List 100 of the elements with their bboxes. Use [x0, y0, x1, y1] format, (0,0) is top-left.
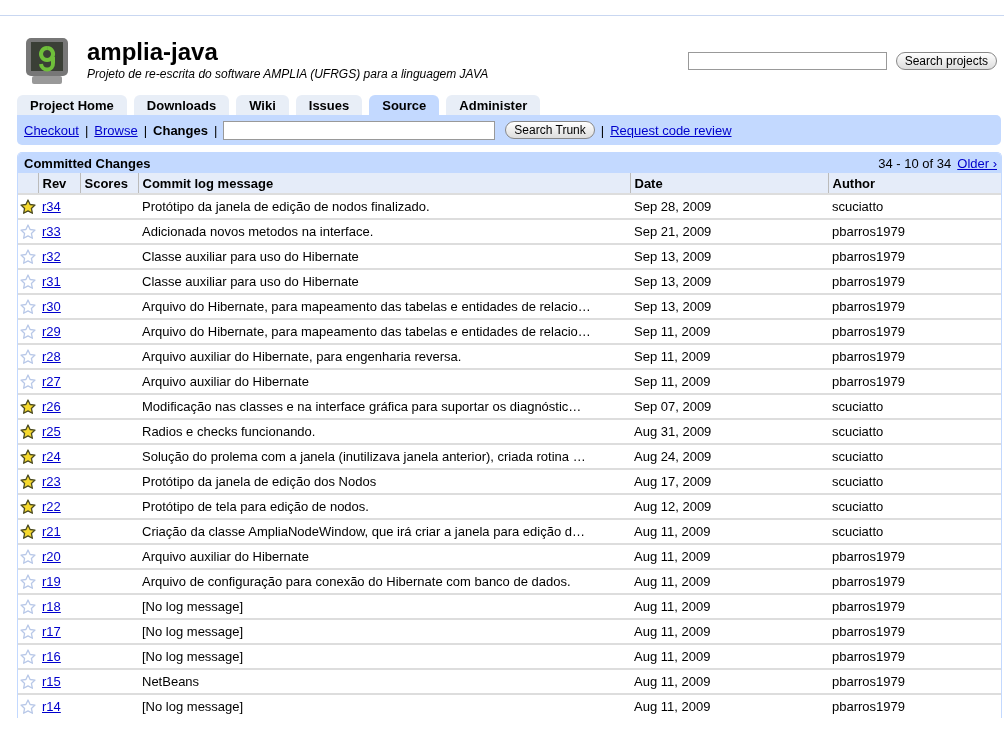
commit-date: Sep 11, 2009 — [630, 319, 828, 344]
commit-author: pbarros1979 — [828, 544, 1001, 569]
commit-date: Sep 07, 2009 — [630, 394, 828, 419]
commit-message: [No log message] — [138, 694, 630, 718]
nav-link[interactable]: Browse — [94, 122, 138, 138]
commit-date: Aug 11, 2009 — [630, 519, 828, 544]
commit-message: [No log message] — [138, 644, 630, 669]
revision-link[interactable]: r32 — [42, 249, 61, 264]
commit-author: scuciatto — [828, 444, 1001, 469]
commit-date: Sep 13, 2009 — [630, 294, 828, 319]
separator: | — [84, 122, 89, 138]
star-icon[interactable] — [20, 398, 36, 415]
star-icon[interactable] — [20, 423, 36, 440]
tab[interactable]: Source — [369, 95, 440, 115]
older-link[interactable]: Older › — [957, 155, 997, 171]
revision-link[interactable]: r34 — [42, 199, 61, 214]
commit-date: Aug 24, 2009 — [630, 444, 828, 469]
commit-message: Adicionada novos metodos na interface. — [138, 219, 630, 244]
tab[interactable]: Downloads — [133, 95, 230, 115]
star-icon[interactable] — [20, 523, 36, 540]
commit-message: NetBeans — [138, 669, 630, 694]
commit-date: Aug 17, 2009 — [630, 469, 828, 494]
commit-message: Arquivo auxiliar do Hibernate, para engenharia reversa. — [138, 344, 630, 369]
commit-message: Arquivo auxiliar do Hibernate — [138, 369, 630, 394]
search-projects-button[interactable]: Search projects — [895, 52, 997, 70]
search-field[interactable] — [223, 120, 496, 140]
commit-message: Arquivo de configuração para conexão do Hibernate com banco de dados. — [138, 569, 630, 594]
nav-link[interactable]: Request code review — [610, 122, 732, 138]
commit-author: scuciatto — [828, 194, 1001, 219]
tab[interactable]: Project Home — [17, 95, 127, 115]
revision-link[interactable]: r14 — [42, 699, 61, 714]
commit-message: Solução do prolema com a janela (inutilizava janela anterior), criada rotina … — [138, 444, 630, 469]
revision-link[interactable]: r16 — [42, 649, 61, 664]
commit-message: Protótipo da janela de edição dos Nodos — [138, 469, 630, 494]
commit-message: Protótipo de tela para edição de nodos. — [138, 494, 630, 519]
table-title: Committed Changes — [24, 155, 151, 171]
commit-message: Radios e checks funcionando. — [138, 419, 630, 444]
revision-link[interactable]: r26 — [42, 399, 61, 414]
separator: | — [143, 122, 148, 138]
commit-message: Criação da classe AmpliaNodeWindow, que irá criar a janela para edição d… — [138, 519, 630, 544]
commit-author: pbarros1979 — [828, 369, 1001, 394]
revision-link[interactable]: r20 — [42, 549, 61, 564]
tab[interactable]: Wiki — [236, 95, 289, 115]
revision-link[interactable]: r29 — [42, 324, 61, 339]
commit-date: Aug 11, 2009 — [630, 669, 828, 694]
commit-author: pbarros1979 — [828, 319, 1001, 344]
commit-author: scuciatto — [828, 469, 1001, 494]
commit-author: scuciatto — [828, 519, 1001, 544]
revision-link[interactable]: r21 — [42, 524, 61, 539]
revision-link[interactable]: r17 — [42, 624, 61, 639]
commit-date: Sep 11, 2009 — [630, 344, 828, 369]
commit-author: scuciatto — [828, 419, 1001, 444]
commit-author: scuciatto — [828, 494, 1001, 519]
revision-link[interactable]: r15 — [42, 674, 61, 689]
commit-date: Aug 11, 2009 — [630, 569, 828, 594]
revision-link[interactable]: r28 — [42, 349, 61, 364]
revision-link[interactable]: r27 — [42, 374, 61, 389]
search-field[interactable] — [687, 52, 887, 70]
project-summary: Projeto de re-escrita do software AMPLIA (UFRGS) para a linguagem JAVA — [87, 67, 489, 81]
revision-link[interactable]: r22 — [42, 499, 61, 514]
revision-link[interactable]: r25 — [42, 424, 61, 439]
nav-link[interactable]: Changes — [153, 122, 208, 138]
commit-author: pbarros1979 — [828, 244, 1001, 269]
nav-link[interactable]: Checkout — [24, 122, 79, 138]
tab[interactable]: Issues — [295, 95, 363, 115]
commit-date: Sep 28, 2009 — [630, 194, 828, 219]
revision-link[interactable]: r30 — [42, 299, 61, 314]
revision-link[interactable]: r23 — [42, 474, 61, 489]
commit-date: Aug 12, 2009 — [630, 494, 828, 519]
revision-link[interactable]: r31 — [42, 274, 61, 289]
separator: | — [600, 122, 605, 138]
revision-link[interactable]: r19 — [42, 574, 61, 589]
commit-message: [No log message] — [138, 594, 630, 619]
commit-date: Aug 11, 2009 — [630, 594, 828, 619]
column-header: Commit log message — [138, 173, 630, 194]
commit-date: Aug 31, 2009 — [630, 419, 828, 444]
commit-author: pbarros1979 — [828, 269, 1001, 294]
commit-message: Arquivo auxiliar do Hibernate — [138, 544, 630, 569]
commit-author: pbarros1979 — [828, 619, 1001, 644]
commit-date: Aug 11, 2009 — [630, 544, 828, 569]
search-trunk-button[interactable]: Search Trunk — [505, 121, 595, 139]
revision-link[interactable]: r18 — [42, 599, 61, 614]
commit-author: pbarros1979 — [828, 344, 1001, 369]
commit-date: Aug 11, 2009 — [630, 619, 828, 644]
tab[interactable]: Administer — [446, 95, 541, 115]
commit-author: pbarros1979 — [828, 569, 1001, 594]
revision-link[interactable]: r33 — [42, 224, 61, 239]
star-icon[interactable] — [20, 473, 36, 490]
commit-message: Protótipo da janela de edição de nodos finalizado. — [138, 194, 630, 219]
commit-date: Sep 11, 2009 — [630, 369, 828, 394]
commit-message: [No log message] — [138, 619, 630, 644]
revision-link[interactable]: r24 — [42, 449, 61, 464]
star-icon[interactable] — [20, 448, 36, 465]
star-icon[interactable] — [20, 498, 36, 515]
separator: | — [213, 122, 218, 138]
column-header: Author — [828, 173, 1001, 194]
commit-message: Classe auxiliar para uso do Hibernate — [138, 244, 630, 269]
commit-author: pbarros1979 — [828, 669, 1001, 694]
commit-date: Sep 21, 2009 — [630, 219, 828, 244]
star-icon[interactable] — [20, 198, 36, 215]
